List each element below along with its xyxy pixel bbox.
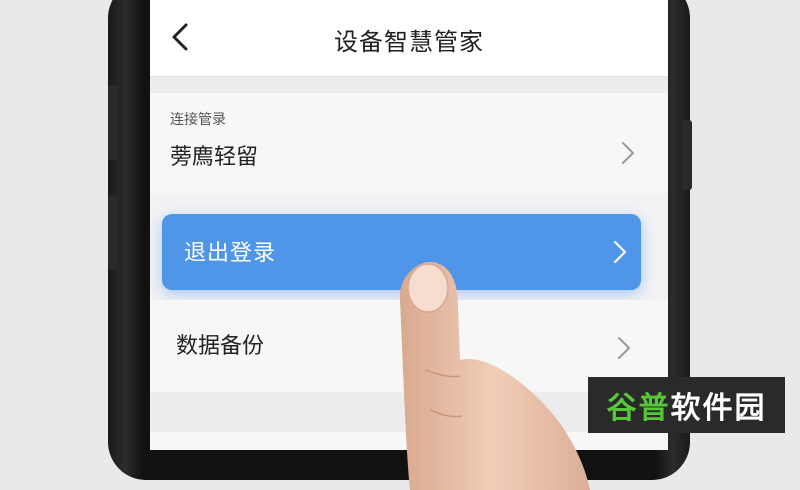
account-section-label: 连接管录 <box>170 112 226 128</box>
logout-label: 退出登录 <box>184 241 277 266</box>
watermark-logo: 谷普 软件园 <box>588 377 785 433</box>
watermark-text-green: 谷普 <box>606 391 671 426</box>
top-nav-bar: 设备智慧管家 <box>150 0 668 77</box>
watermark-text-white: 软件园 <box>670 391 767 426</box>
section-divider <box>150 77 668 93</box>
chevron-right-icon <box>613 240 627 264</box>
chevron-right-icon <box>618 337 630 359</box>
page-title: 设备智慧管家 <box>334 28 484 56</box>
chevron-right-icon <box>622 142 634 164</box>
pointing-finger-image <box>399 261 590 490</box>
side-button <box>108 195 118 270</box>
side-button <box>108 85 118 160</box>
account-value: 蒡廌轻留 <box>170 145 259 170</box>
data-backup-label: 数据备份 <box>176 334 265 359</box>
account-item[interactable]: 连接管录 蒡廌轻留 <box>150 93 668 193</box>
side-button <box>682 120 692 190</box>
